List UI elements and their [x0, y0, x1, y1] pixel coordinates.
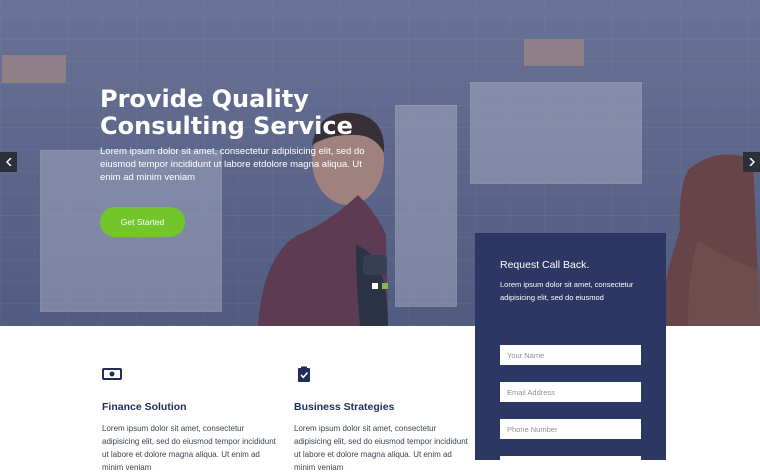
clipboard-check-icon [298, 366, 310, 382]
feature-finance-solution: Finance Solution Lorem ipsum dolor sit a… [102, 366, 282, 474]
slider-next-button[interactable] [743, 152, 760, 172]
slider-pagination [372, 283, 388, 289]
next-form-field[interactable] [500, 456, 641, 476]
slider-prev-button[interactable] [0, 152, 17, 172]
hero-title-line2: Consulting Service [100, 112, 353, 140]
feature-title: Business Strategies [294, 401, 395, 413]
email-field[interactable] [500, 382, 641, 402]
slider-dot-1[interactable] [372, 283, 378, 289]
callback-title: Request Call Back. [500, 259, 590, 271]
feature-text: Lorem ipsum dolor sit amet, consectetur … [294, 424, 468, 472]
feature-text: Lorem ipsum dolor sit amet, consectetur … [102, 424, 276, 472]
hero-title-line1: Provide Quality [100, 85, 309, 113]
hero-description: Lorem ipsum dolor sit amet, consectetur … [100, 146, 365, 183]
name-field[interactable] [500, 345, 641, 365]
get-started-button[interactable]: Get Started [100, 207, 185, 237]
feature-title: Finance Solution [102, 401, 187, 413]
chevron-right-icon [748, 158, 755, 166]
feature-business-strategies: Business Strategies Lorem ipsum dolor si… [294, 366, 474, 474]
callback-description: Lorem ipsum dolor sit amet, consectetur … [500, 280, 634, 302]
request-callback-panel: Request Call Back. Lorem ipsum dolor sit… [475, 233, 666, 476]
phone-field[interactable] [500, 419, 641, 439]
slider-dot-2[interactable] [382, 283, 388, 289]
banknote-icon [102, 368, 122, 380]
chevron-left-icon [5, 158, 12, 166]
hero-title: Provide Quality Consulting Service [100, 86, 400, 140]
